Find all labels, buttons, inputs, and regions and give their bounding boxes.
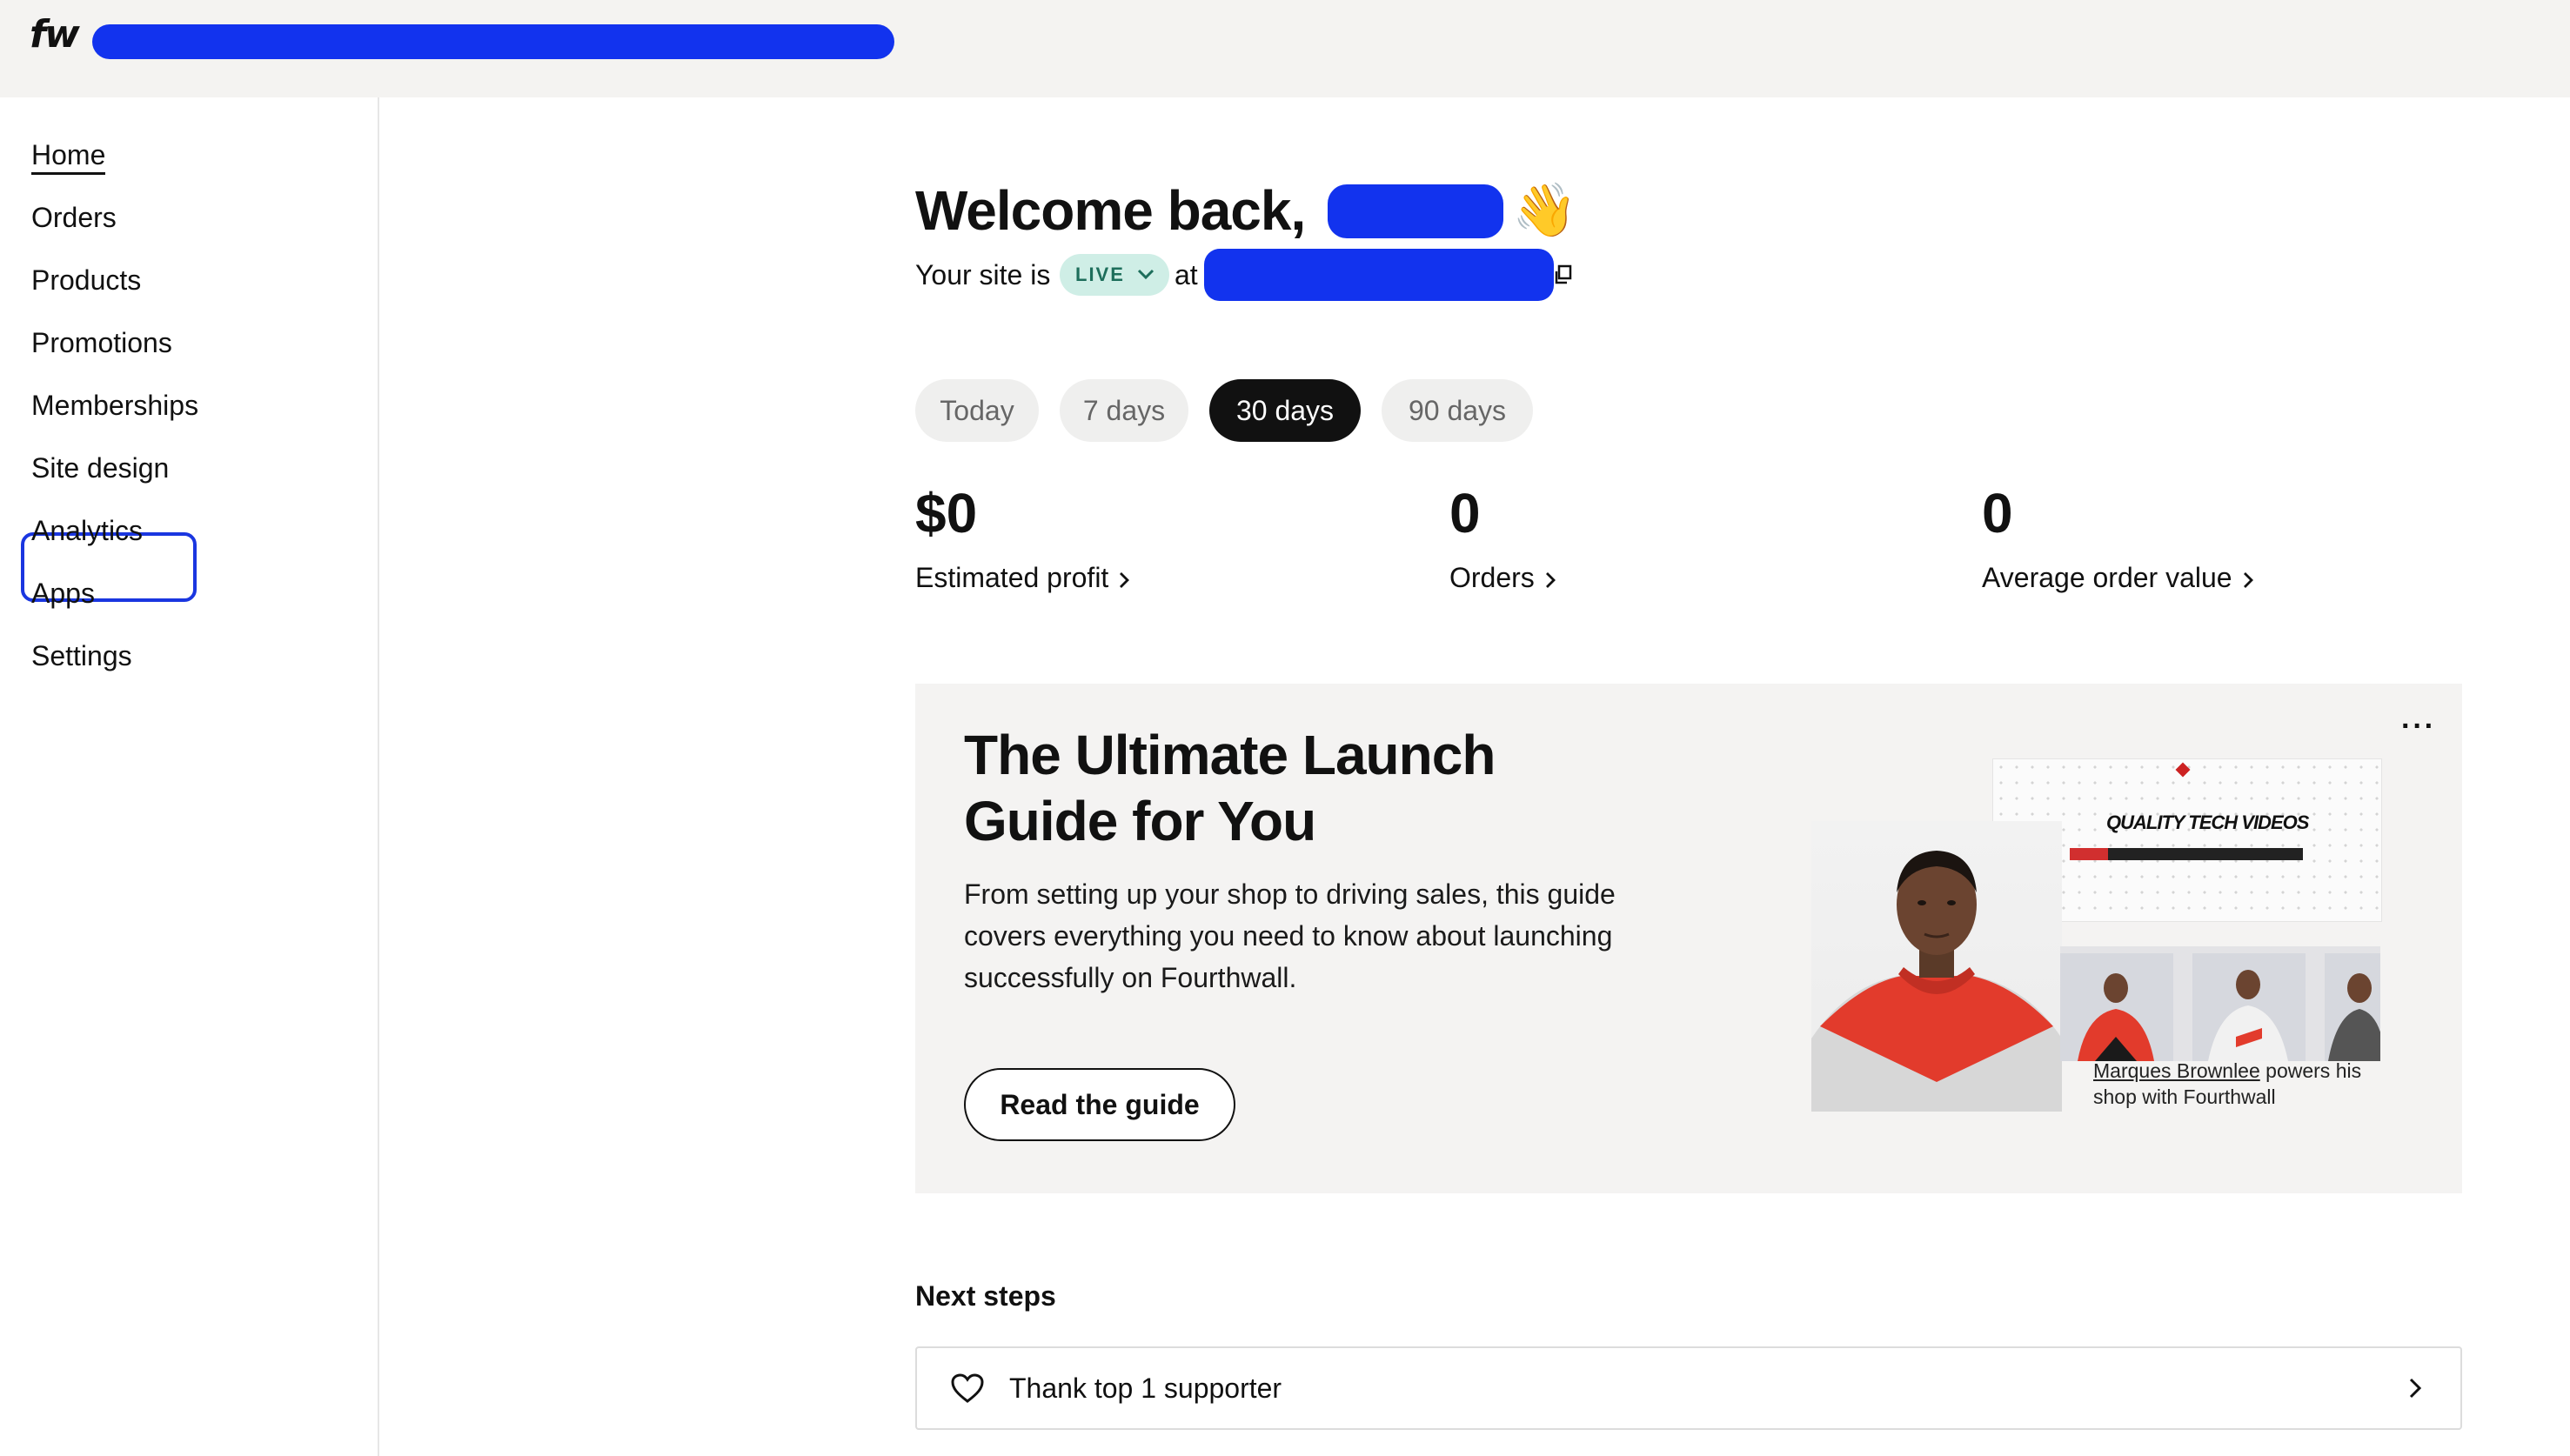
wave-icon: 👋 xyxy=(1512,181,1577,239)
range-30-days-button[interactable]: 30 days xyxy=(1209,379,1361,442)
sidebar-item-promotions[interactable]: Promotions xyxy=(31,325,172,360)
chevron-right-icon xyxy=(1545,571,1556,588)
site-at-text: at xyxy=(1175,259,1198,291)
redacted-shop-name xyxy=(92,24,894,59)
sidebar-item-orders[interactable]: Orders xyxy=(31,200,117,235)
welcome-heading: Welcome back, xyxy=(915,179,1306,242)
next-step-label: Thank top 1 supporter xyxy=(1009,1373,1282,1404)
sidebar-item-home[interactable]: Home xyxy=(31,137,106,175)
sidebar-item-apps[interactable]: Apps xyxy=(31,576,95,611)
range-90-days-button[interactable]: 90 days xyxy=(1382,379,1533,442)
copy-icon[interactable] xyxy=(1554,264,1573,285)
orders-link[interactable]: Orders xyxy=(1449,558,1557,597)
range-today-button[interactable]: Today xyxy=(915,379,1039,442)
sidebar-item-site-design[interactable]: Site design xyxy=(31,451,169,485)
creator-photo xyxy=(1811,821,2062,1112)
preview-thumbnail xyxy=(2192,953,2306,1061)
orders-value: 0 xyxy=(1449,482,1481,544)
top-bar: fw xyxy=(0,0,2570,97)
redacted-user-name xyxy=(1328,184,1503,238)
read-guide-button[interactable]: Read the guide xyxy=(964,1068,1235,1141)
sidebar: Home Orders Products Promotions Membersh… xyxy=(0,97,379,1456)
sidebar-item-analytics[interactable]: Analytics xyxy=(31,513,143,548)
status-badge-label: LIVE xyxy=(1075,264,1125,285)
preview-nav-strip xyxy=(2070,848,2303,860)
preview-thumbnail xyxy=(2325,953,2380,1061)
person-illustration xyxy=(1811,851,2062,1112)
sidebar-item-products[interactable]: Products xyxy=(31,263,141,297)
sidebar-item-settings[interactable]: Settings xyxy=(31,638,132,673)
site-status-dropdown[interactable]: LIVE xyxy=(1060,254,1169,296)
redacted-site-url[interactable] xyxy=(1204,249,1554,301)
creator-caption: Marques Brownlee powers his shop with Fo… xyxy=(2093,1059,2362,1108)
average-order-value-link[interactable]: Average order value xyxy=(1982,558,2255,597)
next-steps-title: Next steps xyxy=(915,1280,1056,1312)
chevron-right-icon xyxy=(2243,571,2253,588)
preview-logo-icon xyxy=(2175,762,2191,778)
more-options-icon[interactable]: ··· xyxy=(2401,710,2436,744)
heart-icon xyxy=(951,1373,984,1403)
guide-description: From setting up your shop to driving sal… xyxy=(964,878,1616,993)
range-7-days-button[interactable]: 7 days xyxy=(1060,379,1188,442)
preview-title: QUALITY TECH VIDEOS xyxy=(2106,811,2309,833)
main-content: Welcome back, 👋 Your site is LIVE at Tod… xyxy=(379,97,2570,1456)
creator-name-link[interactable]: Marques Brownlee xyxy=(2093,1059,2260,1082)
estimated-profit-value: $0 xyxy=(915,482,978,544)
guide-title: The Ultimate Launch Guide for You xyxy=(964,724,1496,852)
site-status-text: Your site is xyxy=(915,259,1051,291)
launch-guide-card: The Ultimate Launch Guide for You From s… xyxy=(915,684,2462,1193)
preview-thumbnails xyxy=(2060,946,2380,1061)
chevron-right-icon xyxy=(2409,1378,2422,1399)
chevron-right-icon xyxy=(1120,571,1130,588)
estimated-profit-link[interactable]: Estimated profit xyxy=(915,558,1131,597)
preview-thumbnail xyxy=(2060,953,2173,1061)
sidebar-item-memberships[interactable]: Memberships xyxy=(31,388,198,423)
next-step-item[interactable]: Thank top 1 supporter xyxy=(915,1346,2462,1430)
fourthwall-logo[interactable]: fw xyxy=(30,12,80,57)
chevron-down-icon xyxy=(1137,269,1154,280)
average-order-value: 0 xyxy=(1982,482,2013,544)
